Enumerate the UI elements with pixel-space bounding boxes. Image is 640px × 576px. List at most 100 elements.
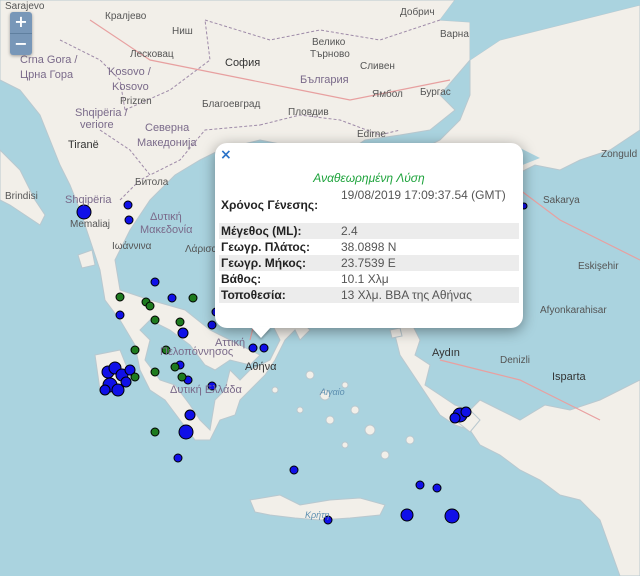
label-kosovo: Kosovo / [108,66,151,78]
label-shqiperia-sub: Shqipëria / [75,107,128,119]
quake-marker [175,317,185,327]
label-tirane: Tiranë [68,139,99,151]
label-ioannina: Ιωάννινα [112,241,152,252]
quake-marker [130,345,140,355]
label-aigaio: Αιγαίο [320,387,345,397]
origin-time-value: 19/08/2019 17:09:37.54 (GMT) [341,188,506,202]
quake-marker [259,343,269,353]
magnitude-label: Μέγεθος (ML): [219,223,339,239]
quake-marker [177,372,187,382]
label-blagoevgrad: Благоевград [202,99,261,110]
magnitude-value: 2.4 [339,223,519,239]
zoom-in-button[interactable]: + [10,12,32,33]
quake-marker [432,483,442,493]
label-bitola: Битола [135,177,169,188]
label-varna: Варна [440,29,469,40]
table-row: Τοποθεσία: 13 Χλμ. ΒΒΑ της Αθήνας [219,287,519,303]
label-aydin: Aydın [432,347,460,359]
label-larisa: Λάρισα [185,244,218,255]
label-bulgaria: България [300,74,349,86]
label-plovdiv: Пловдив [288,107,329,118]
label-severna: Северна [145,122,190,134]
zoom-control: + − [10,12,32,55]
quake-marker [123,200,133,210]
quake-marker [115,310,125,320]
table-row: Γεωγρ. Μήκος: 23.7539 E [219,255,519,271]
label-prizren: Prizren [120,96,152,107]
origin-time-label: Χρόνος Γένεσης: [221,198,319,212]
quake-marker [415,480,425,490]
label-dytiki: Δυτική [150,211,182,223]
label-denizli: Denizli [500,355,531,366]
quake-marker [184,409,196,421]
quake-marker [150,427,160,437]
latitude-value: 38.0898 N [341,240,397,254]
quake-marker [177,327,189,339]
label-yambol: Ямбол [372,89,403,100]
quake-marker [207,320,217,330]
quake-marker [99,384,111,396]
popup-tip [251,327,271,338]
label-isparta: Isparta [552,371,586,383]
label-sliven: Сливен [360,61,395,72]
label-afyonkarahisar: Afyonkarahisar [540,305,607,316]
map[interactable]: Sarajevo Кралјево Ниш Crna Gora / Црна Г… [0,0,640,576]
table-row: Βάθος: 10.1 Χλμ [219,271,519,287]
latitude-label: Γεωγρ. Πλάτος: [221,240,310,254]
label-sarajevo: Sarajevo [5,1,45,12]
zoom-out-button[interactable]: − [10,33,32,55]
quake-marker [167,293,177,303]
quake-marker [444,508,460,524]
quake-marker [115,292,125,302]
quake-marker [449,412,461,424]
quake-marker [124,215,134,225]
label-sakarya: Sakarya [543,195,580,206]
label-leskovac: Лесковац [130,49,174,60]
table-row: Γεωγρ. Πλάτος: 38.0898 N [219,239,519,255]
label-edirne: Edirne [357,129,386,140]
label-kraljevo: Кралјево [105,11,147,22]
popup-details-table: Χρόνος Γένεσης: 19/08/2019 17:09:37.54 (… [219,186,519,303]
label-tarnovo: Търново [310,49,350,60]
close-icon[interactable]: × [220,148,232,162]
quake-marker [188,293,198,303]
label-brindisi: Brindisi [5,191,38,202]
quake-marker [76,204,92,220]
label-kriti: Κρήτη [305,510,330,520]
quake-marker [289,465,299,475]
label-crna-gora: Crna Gora / [20,54,78,66]
label-athina: Αθήνα [245,361,277,373]
quake-marker [150,277,160,287]
depth-value: 10.1 Χλμ [341,272,389,286]
table-row: Μέγεθος (ML): 2.4 [219,223,519,239]
location-value: 13 Χλμ. ΒΒΑ της Αθήνας [339,287,519,303]
label-shqiperia: Shqipëria [65,194,112,206]
table-row: Χρόνος Γένεσης: 19/08/2019 17:09:37.54 (… [219,186,519,223]
label-attiki: Αττική [215,337,246,349]
longitude-label: Γεωγρ. Μήκος: [219,255,339,271]
quake-marker [150,367,160,377]
label-burgas: Бургас [420,87,451,98]
longitude-value: 23.7539 E [339,255,519,271]
label-veriore: veriore [80,119,114,131]
label-makedonia: Μακεδονία [140,224,193,236]
land-island-2 [389,327,403,339]
depth-label: Βάθος: [221,272,262,286]
label-zonguldak: Zonguld [601,149,638,160]
label-veliko: Велико [312,37,346,48]
label-makedonija: Македонија [137,137,197,149]
quake-marker [400,508,414,522]
quake-marker [130,372,140,382]
earthquake-popup: × Αναθεωρημένη Λύση Χρόνος Γένεσης: 19/0… [215,143,523,328]
quake-marker [173,453,183,463]
quake-marker [170,362,180,372]
location-label: Τοποθεσία: [219,287,339,303]
label-sofia: София [225,57,261,69]
label-eskisehir: Eskişehir [578,261,619,272]
quake-marker [145,301,155,311]
label-nis: Ниш [172,26,193,37]
label-dytiki-ellada: Δυτική Ελλάδα [170,384,242,396]
label-dobrich: Добрич [400,7,435,18]
quake-marker [150,315,160,325]
popup-title: Αναθεωρημένη Λύση [313,171,425,185]
